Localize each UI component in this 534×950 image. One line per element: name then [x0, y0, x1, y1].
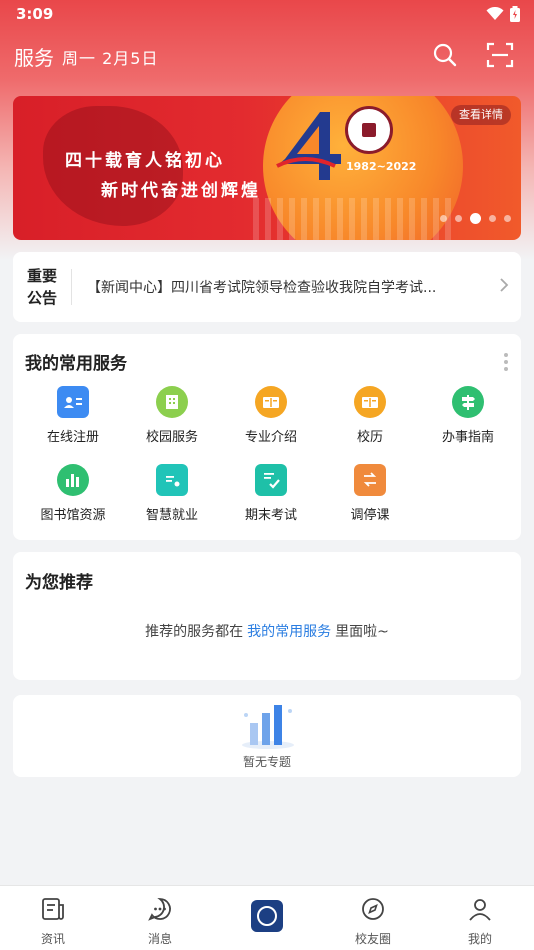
service-item[interactable]: 图书馆资源: [28, 464, 118, 523]
wifi-icon: [486, 7, 504, 20]
carousel-dot[interactable]: [489, 215, 496, 222]
college-seal-icon: [345, 106, 393, 154]
banner-slogan-line2: 新时代奋进创辉煌: [101, 181, 261, 201]
message-icon: [148, 898, 171, 921]
common-services-card: 我的常用服务 在线注册 校园服务 专业介绍 校历 办事指南 图书馆资源 智慧就业…: [13, 334, 521, 540]
date-label: 周一 2月5日: [62, 49, 159, 68]
status-time: 3:09: [16, 5, 54, 23]
carousel-dot-active[interactable]: [470, 213, 481, 224]
service-label: 校历: [356, 430, 383, 445]
recommend-hint-suffix: 里面啦~: [335, 624, 389, 640]
anniversary-40-logo: [276, 112, 341, 180]
service-label: 图书馆资源: [40, 508, 106, 523]
chart-bars-icon: [57, 464, 89, 496]
notice-label: 重要公告: [27, 267, 58, 307]
topics-empty-text: 暂无专题: [242, 755, 291, 769]
service-item[interactable]: 智慧就业: [127, 464, 217, 523]
signpost-icon: [452, 386, 484, 418]
service-label: 专业介绍: [244, 430, 297, 445]
resume-icon: [156, 464, 188, 496]
recommend-hint-prefix: 推荐的服务都在: [145, 624, 244, 640]
exam-check-icon: [255, 464, 287, 496]
page-title: 服务: [14, 46, 54, 70]
recommend-card: 为您推荐 推荐的服务都在 我的常用服务 里面啦~: [13, 552, 521, 680]
service-item[interactable]: 专业介绍: [226, 386, 316, 445]
service-label: 智慧就业: [145, 508, 198, 523]
chevron-right-icon[interactable]: [499, 277, 509, 293]
recommend-title: 为您推荐: [25, 573, 93, 593]
tab-label: 资讯: [40, 932, 65, 946]
user-card-icon: [57, 386, 89, 418]
building-icon: [156, 386, 188, 418]
scan-icon: [486, 42, 514, 68]
service-item[interactable]: 调停课: [325, 464, 415, 523]
topics-card: 暂无专题: [13, 695, 521, 777]
news-icon: [42, 898, 64, 920]
service-item[interactable]: 期末考试: [226, 464, 316, 523]
service-label: 在线注册: [46, 430, 99, 445]
status-bar: 3:09: [0, 0, 534, 30]
carousel-dot[interactable]: [440, 215, 447, 222]
banner-detail-button[interactable]: 查看详情: [451, 105, 511, 125]
compass-icon: [362, 898, 384, 920]
service-item[interactable]: 办事指南: [423, 386, 513, 445]
tab-label: 我的: [467, 932, 492, 946]
recommend-hint: 推荐的服务都在 我的常用服务 里面啦~: [13, 621, 521, 641]
tab-label: 校友圈: [354, 932, 391, 946]
tab-me[interactable]: 我的: [440, 896, 520, 947]
scan-button[interactable]: [486, 42, 514, 72]
tab-label: 消息: [147, 932, 172, 946]
search-button[interactable]: [432, 42, 458, 72]
carousel-indicator: [440, 213, 511, 224]
banner-slogan-line1: 四十载育人铭初心: [65, 151, 225, 171]
empty-chart-illustration: [242, 705, 294, 749]
app-header: 服务 周一 2月5日: [0, 38, 534, 74]
banner-carousel[interactable]: 四十载育人铭初心 新时代奋进创辉煌 1982~2022 查看详情: [13, 96, 521, 240]
tab-messages[interactable]: 消息: [120, 896, 200, 947]
carousel-dot[interactable]: [504, 215, 511, 222]
notice-text[interactable]: 【新闻中心】四川省考试院领导检查验收我院自学考试...: [87, 277, 436, 297]
banner-years: 1982~2022: [346, 160, 417, 173]
service-label: 校园服务: [145, 430, 198, 445]
notice-bar[interactable]: 重要公告 【新闻中心】四川省考试院领导检查验收我院自学考试...: [13, 252, 521, 322]
school-logo-icon: [251, 900, 283, 932]
services-title: 我的常用服务: [25, 354, 127, 374]
tab-home-logo[interactable]: [227, 896, 307, 936]
service-item[interactable]: 在线注册: [28, 386, 118, 445]
banner-buildings-graphic: [253, 198, 453, 240]
book-icon: [255, 386, 287, 418]
tab-alumni[interactable]: 校友圈: [333, 896, 413, 947]
service-label: 期末考试: [244, 508, 297, 523]
bottom-tab-bar: 资讯 消息 校友圈 我的: [0, 885, 534, 950]
battery-icon: [510, 6, 520, 22]
service-item[interactable]: 校园服务: [127, 386, 217, 445]
swap-class-icon: [354, 464, 386, 496]
status-icons: [486, 6, 520, 22]
tab-news[interactable]: 资讯: [13, 896, 93, 947]
service-label: 调停课: [350, 508, 390, 523]
search-icon: [433, 43, 457, 67]
person-icon: [469, 899, 491, 921]
service-label: 办事指南: [441, 430, 494, 445]
more-vertical-icon[interactable]: [503, 352, 509, 372]
notice-divider: [71, 269, 72, 305]
book-icon: [354, 386, 386, 418]
service-item[interactable]: 校历: [325, 386, 415, 445]
common-services-link[interactable]: 我的常用服务: [247, 624, 331, 640]
carousel-dot[interactable]: [455, 215, 462, 222]
